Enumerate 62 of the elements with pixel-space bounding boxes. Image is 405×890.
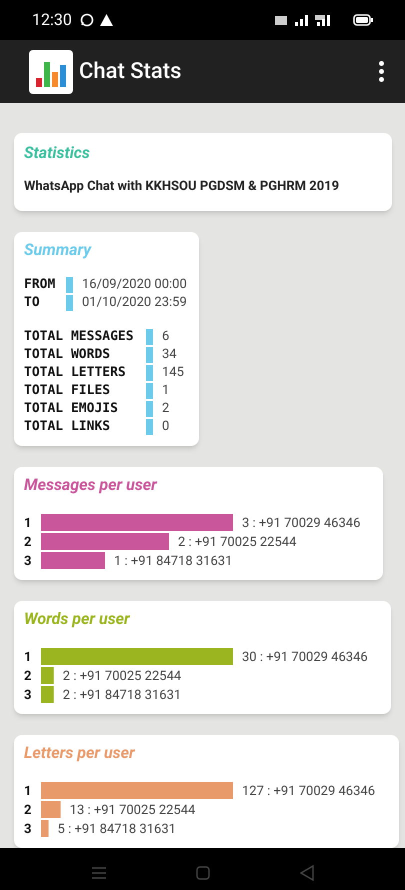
stat-value: 6 — [162, 328, 170, 346]
rank-number: 3 — [24, 554, 32, 568]
rank-number: 1 — [24, 784, 32, 798]
stat-value: 2 — [162, 400, 170, 418]
chat-bubble-icon — [80, 13, 94, 27]
bar-label: 30 : +91 70029 46346 — [242, 650, 368, 664]
value-marker — [146, 328, 153, 344]
app-title: Chat Stats — [79, 58, 182, 86]
card-title: Messages per user — [24, 474, 158, 496]
bar-label: 1 : +91 84718 31631 — [114, 554, 232, 568]
value-marker — [146, 400, 153, 416]
home-square-icon[interactable] — [196, 866, 210, 880]
bar — [41, 820, 49, 836]
bar-label: 127 : +91 70029 46346 — [242, 784, 376, 798]
value-marker — [146, 364, 153, 380]
card-title: Statistics — [24, 142, 91, 164]
bar — [41, 800, 61, 818]
rank-number: 3 — [24, 822, 32, 836]
bar-label: 2 : +91 70025 22544 — [178, 534, 296, 550]
rank-number: 3 — [24, 688, 32, 702]
stat-value: 1 — [162, 382, 170, 400]
stat-label: TOTAL FILES — [24, 382, 112, 400]
stat-value: 16/09/2020 00:00 — [82, 276, 187, 294]
value-marker — [146, 418, 153, 434]
app-logo-icon — [29, 50, 73, 94]
stat-label: TOTAL MESSAGES — [24, 328, 135, 346]
rank-number: 2 — [24, 534, 32, 550]
bar-label: 2 : +91 84718 31631 — [62, 688, 182, 702]
back-icon[interactable] — [300, 864, 314, 880]
card-title: Letters per user — [24, 742, 136, 764]
menu-icon[interactable] — [92, 866, 106, 878]
bar-label: 13 : +91 70025 22544 — [70, 802, 196, 818]
value-marker — [146, 346, 153, 362]
stat-value: 0 — [162, 418, 170, 436]
bar — [41, 686, 54, 702]
bar — [41, 552, 105, 568]
stat-label: TOTAL WORDS — [24, 346, 112, 364]
stat-label: TOTAL LETTERS — [24, 364, 127, 382]
stat-label: TOTAL EMOJIS — [24, 400, 119, 418]
stat-label: TOTAL LINKS — [24, 418, 112, 436]
battery-icon — [353, 14, 373, 26]
warning-icon — [100, 14, 113, 26]
stat-label: TO — [24, 294, 41, 312]
rank-number: 2 — [24, 668, 32, 684]
stat-value: 34 — [162, 346, 177, 364]
rank-number: 1 — [24, 516, 32, 530]
status-time: 12:30 — [32, 9, 72, 31]
bar — [41, 666, 54, 684]
bar-label: 5 : +91 84718 31631 — [58, 822, 176, 836]
stat-value: 01/10/2020 23:59 — [82, 294, 187, 312]
card-title: Words per user — [24, 608, 131, 630]
value-marker — [146, 382, 153, 398]
value-marker — [66, 276, 73, 292]
rank-number: 2 — [24, 802, 32, 818]
card-title: Summary — [24, 238, 93, 260]
value-marker — [66, 294, 73, 310]
bar-label: 3 : +91 70029 46346 — [242, 516, 360, 530]
chat-name: WhatsApp Chat with KKHSOU PGDSM & PGHRM 2019 — [24, 178, 340, 196]
stat-label: FROM — [24, 276, 56, 294]
rank-number: 1 — [24, 650, 32, 664]
stat-value: 145 — [162, 364, 184, 382]
bar-label: 2 : +91 70025 22544 — [62, 668, 182, 684]
